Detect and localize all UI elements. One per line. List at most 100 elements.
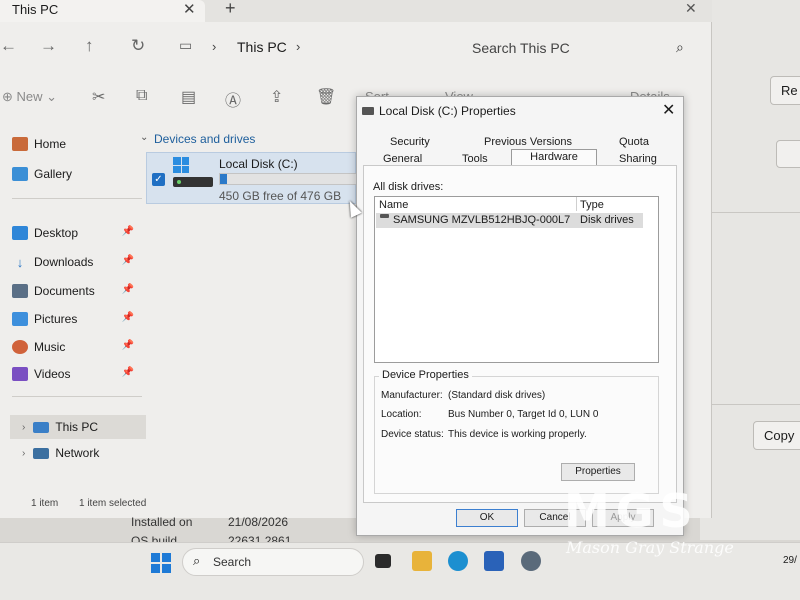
breadcrumb[interactable]: This PC (237, 39, 287, 55)
sidebar-item-label: Downloads (34, 255, 94, 269)
group-header[interactable]: Devices and drives (154, 132, 255, 146)
search-icon: ⌕ (676, 39, 684, 55)
edge-icon[interactable] (448, 551, 468, 571)
close-icon[interactable]: ✕ (183, 0, 196, 18)
search-placeholder: Search This PC (472, 40, 570, 56)
sidebar-item-label: Network (55, 446, 100, 460)
checkbox[interactable]: ✓ (152, 173, 165, 186)
sidebar-item-music[interactable]: Music 📌 (12, 335, 144, 359)
sidebar-item-home[interactable]: Home (12, 132, 144, 156)
back-arrow-icon[interactable]: ← (0, 36, 17, 56)
delete-icon[interactable]: 🗑 (316, 87, 336, 107)
manufacturer-value: (Standard disk drives) (448, 390, 546, 401)
background-button-top[interactable]: Re (770, 76, 800, 105)
table-row[interactable]: SAMSUNG MZVLB512HBJQ-000L7 Disk drives (376, 213, 643, 228)
item-count: 1 item (31, 498, 59, 509)
refresh-icon[interactable]: ↻ (131, 36, 145, 56)
new-button[interactable]: ⊕ New ⌄ (2, 89, 57, 105)
hardware-panel: All disk drives: Name Type SAMSUNG MZVLB… (363, 165, 677, 503)
chevron-right-icon[interactable]: › (22, 422, 25, 433)
forward-arrow-icon[interactable]: → (40, 36, 57, 56)
sidebar-item-documents[interactable]: Documents 📌 (12, 279, 144, 303)
chevron-right-icon[interactable]: › (296, 39, 300, 54)
tab-title: This PC (12, 2, 59, 17)
sidebar-item-gallery[interactable]: Gallery (12, 162, 144, 186)
tab-general[interactable]: General (383, 153, 422, 165)
file-explorer-icon[interactable] (412, 551, 432, 571)
sidebar-item-pictures[interactable]: Pictures 📌 (12, 307, 144, 331)
group-label: Device Properties (379, 369, 472, 381)
sidebar-item-network[interactable]: › Network (10, 441, 142, 465)
navigation-pane: Home Gallery Desktop 📌 ↓ Downloads 📌 Doc… (0, 122, 146, 492)
clock[interactable]: 29/ (783, 555, 797, 566)
desktop-icon (12, 226, 28, 240)
drive-model: SAMSUNG MZVLB512HBJQ-000L7 (393, 214, 571, 226)
pin-icon[interactable]: 📌 (122, 226, 134, 237)
sidebar-item-desktop[interactable]: Desktop 📌 (12, 221, 144, 245)
sidebar-item-videos[interactable]: Videos 📌 (12, 362, 144, 386)
home-icon (12, 137, 28, 151)
monitor-icon[interactable]: ▭ (179, 37, 192, 54)
up-arrow-icon[interactable]: ↑ (85, 36, 94, 56)
manufacturer-label: Manufacturer: (381, 390, 443, 401)
background-field (776, 140, 800, 168)
task-view-icon[interactable] (375, 554, 391, 568)
location-label: Location: (381, 409, 422, 420)
address-bar: ← → ↑ ↻ ▭ › This PC › Search This PC ⌕ (0, 28, 712, 68)
pin-icon[interactable]: 📌 (122, 367, 134, 378)
network-icon (33, 447, 50, 459)
background-divider (710, 404, 800, 405)
chevron-right-icon[interactable]: › (212, 39, 216, 54)
sidebar-item-downloads[interactable]: ↓ Downloads 📌 (12, 250, 144, 274)
pin-icon[interactable]: 📌 (122, 255, 134, 266)
paste-icon[interactable]: ▤ (181, 87, 196, 107)
tab-hardware[interactable]: Hardware (511, 149, 597, 165)
column-separator[interactable] (576, 197, 577, 211)
copy-icon[interactable]: ⧉ (136, 87, 147, 105)
tab-this-pc[interactable]: This PC ✕ (0, 0, 205, 22)
store-icon[interactable] (484, 551, 504, 571)
share-icon[interactable]: ⇪ (270, 87, 283, 107)
drive-item-c[interactable]: ✓ Local Disk (C:) 450 GB free of 476 GB (146, 152, 357, 204)
documents-icon (12, 284, 28, 298)
tab-quota[interactable]: Quota (619, 136, 649, 148)
properties-button[interactable]: Properties (561, 463, 635, 481)
sidebar-item-label: This PC (55, 420, 99, 434)
tab-security[interactable]: Security (390, 136, 430, 148)
rename-icon[interactable]: Ⓐ (225, 87, 241, 111)
search-icon: ⌕ (193, 553, 201, 568)
sidebar-item-label: Home (34, 137, 67, 151)
tab-sharing[interactable]: Sharing (619, 153, 657, 165)
download-arrow-icon: ↓ (16, 255, 24, 270)
chevron-down-icon[interactable]: ⌄ (140, 132, 148, 143)
start-button[interactable] (151, 553, 171, 573)
installed-on-label: Installed on (131, 515, 193, 529)
drive-free-space: 450 GB free of 476 GB (219, 189, 342, 203)
settings-gear-icon[interactable] (521, 551, 541, 571)
tab-tools[interactable]: Tools (462, 153, 488, 165)
device-status-label: Device status: (381, 429, 444, 440)
new-tab-icon[interactable]: + (225, 0, 236, 19)
taskbar-search[interactable]: ⌕ Search (182, 548, 364, 576)
close-icon[interactable]: ✕ (662, 100, 675, 120)
watermark-text: Mason Gray Strange (566, 538, 734, 557)
pin-icon[interactable]: 📌 (122, 312, 134, 323)
sidebar-item-label: Gallery (34, 167, 73, 181)
cut-icon[interactable]: ✂ (92, 87, 105, 107)
pin-icon[interactable]: 📌 (122, 340, 134, 351)
window-close-icon[interactable]: ✕ (685, 0, 697, 17)
sidebar-item-this-pc[interactable]: › This PC (10, 415, 146, 439)
properties-dialog: Local Disk (C:) Properties ✕ Security Pr… (356, 96, 684, 536)
column-header-type[interactable]: Type (580, 199, 604, 211)
search-input[interactable]: Search This PC ⌕ (460, 33, 700, 63)
pin-icon[interactable]: 📌 (122, 284, 134, 295)
background-copy-button[interactable]: Copy (753, 421, 800, 450)
disk-icon (173, 177, 213, 187)
chevron-right-icon[interactable]: › (22, 448, 25, 459)
disk-drive-list[interactable]: Name Type SAMSUNG MZVLB512HBJQ-000L7 Dis… (374, 196, 659, 363)
column-header-name[interactable]: Name (379, 199, 408, 211)
sidebar-item-label: Music (34, 340, 66, 354)
ok-button[interactable]: OK (456, 509, 518, 527)
videos-icon (12, 367, 28, 381)
tab-previous-versions[interactable]: Previous Versions (484, 136, 572, 148)
